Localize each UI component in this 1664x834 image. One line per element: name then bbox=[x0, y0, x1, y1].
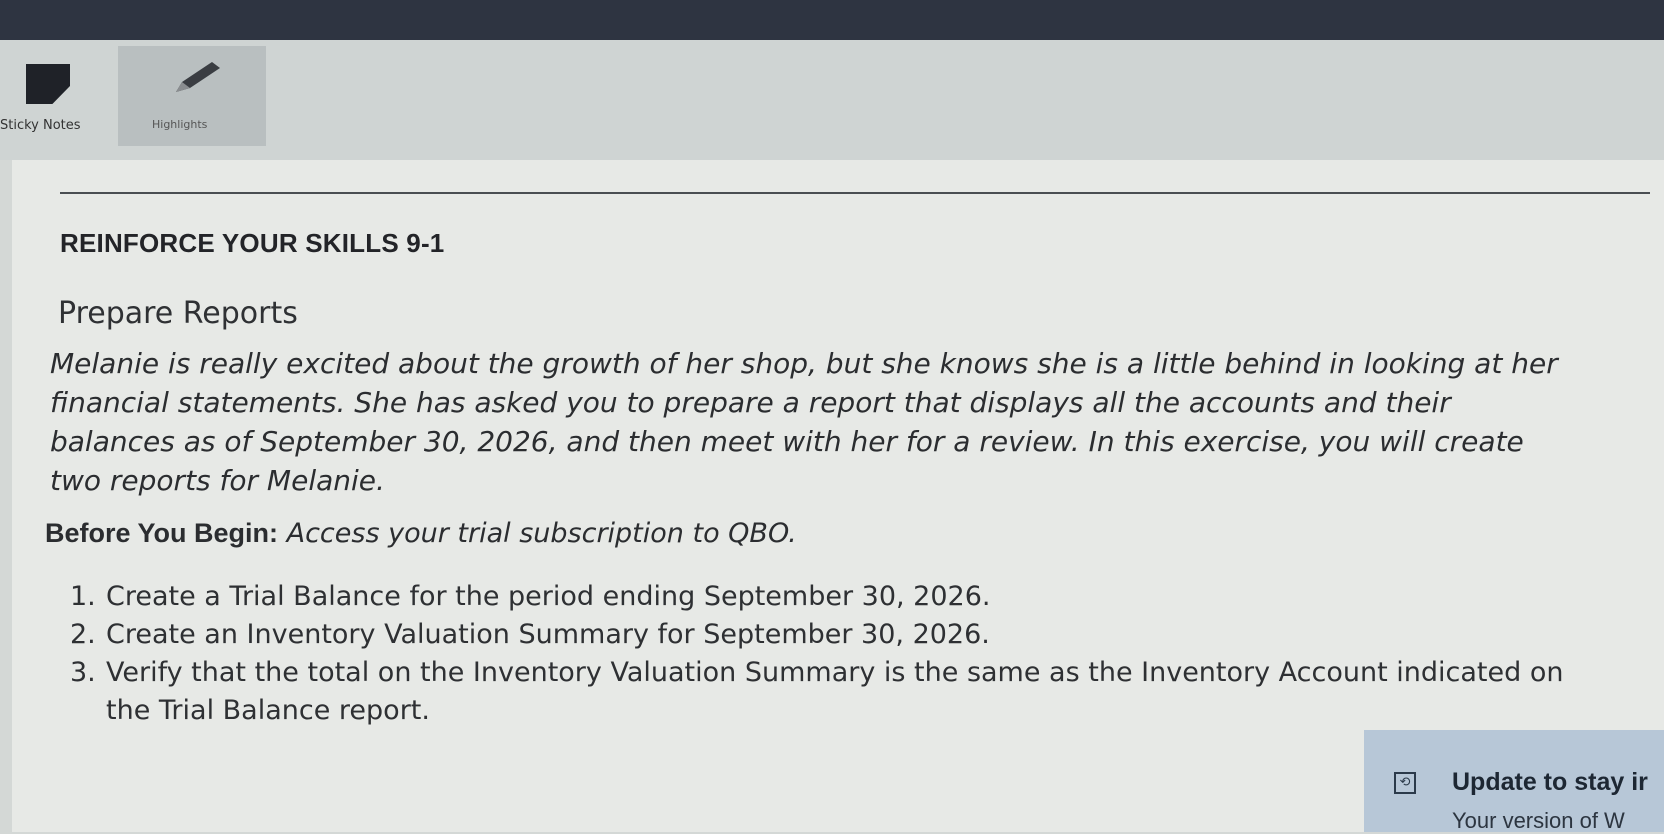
sticky-notes-label: Sticky Notes bbox=[0, 118, 81, 133]
sticky-note-icon bbox=[26, 64, 70, 104]
step-number: 3. bbox=[70, 657, 96, 688]
before-you-begin-text: Access your trial subscription to QBO. bbox=[278, 518, 797, 549]
exercise-intro: Melanie is really excited about the grow… bbox=[50, 347, 1558, 497]
highlights-button[interactable]: Highlights bbox=[118, 46, 266, 146]
before-you-begin: Before You Begin: Access your trial subs… bbox=[45, 518, 797, 549]
reader-toolbar: Sticky Notes Highlights bbox=[0, 40, 1664, 160]
steps-list: 1. Create a Trial Balance for the period… bbox=[70, 578, 1610, 730]
list-item: 1. Create a Trial Balance for the period… bbox=[70, 578, 1610, 616]
update-subtitle: Your version of W bbox=[1452, 808, 1625, 833]
step-number: 2. bbox=[70, 619, 96, 650]
highlights-label: Highlights bbox=[152, 118, 208, 131]
step-number: 1. bbox=[70, 581, 96, 612]
update-icon: ⟲ bbox=[1394, 772, 1416, 794]
before-you-begin-label: Before You Begin: bbox=[45, 518, 279, 548]
exercise-subheading: Prepare Reports bbox=[58, 296, 298, 331]
step-text: Create an Inventory Valuation Summary fo… bbox=[106, 619, 990, 650]
list-item: 2. Create an Inventory Valuation Summary… bbox=[70, 616, 1610, 654]
update-title: Update to stay ir bbox=[1452, 768, 1648, 796]
update-notification[interactable]: ⟲ Update to stay ir Your version of W bbox=[1364, 730, 1664, 833]
step-text: Verify that the total on the Inventory V… bbox=[106, 657, 1564, 726]
exercise-heading: REINFORCE YOUR SKILLS 9-1 bbox=[60, 228, 445, 258]
list-item: 3. Verify that the total on the Inventor… bbox=[70, 654, 1610, 730]
pencil-icon bbox=[176, 62, 220, 92]
section-divider bbox=[60, 192, 1650, 194]
sticky-notes-button[interactable]: Sticky Notes bbox=[0, 46, 118, 146]
step-text: Create a Trial Balance for the period en… bbox=[106, 581, 991, 612]
